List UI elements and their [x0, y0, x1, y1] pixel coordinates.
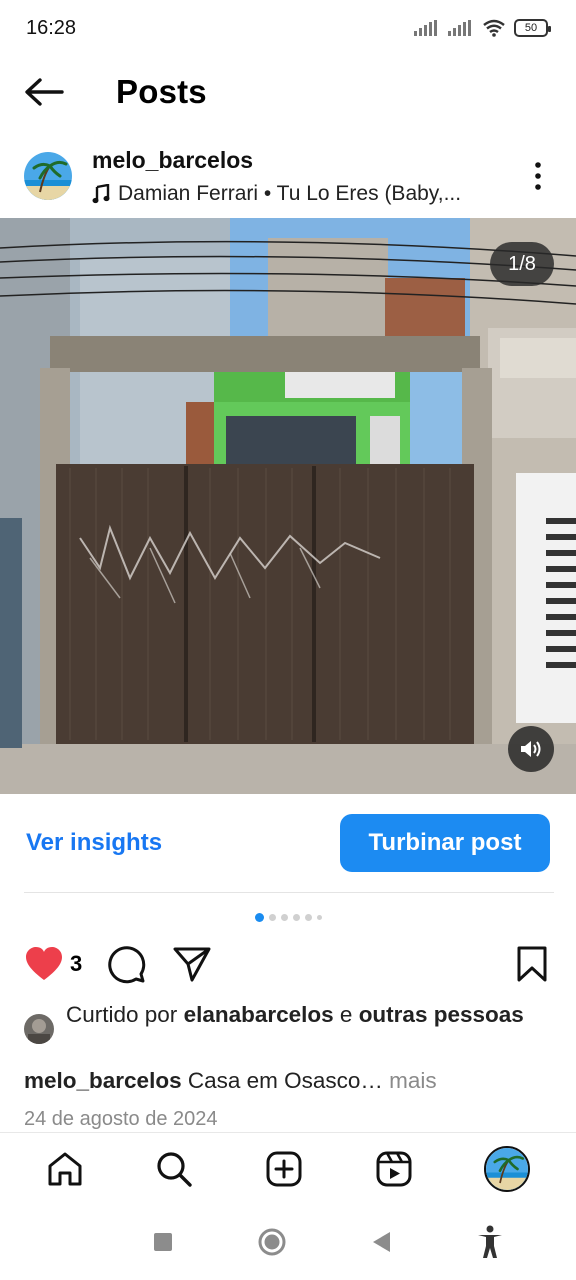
liked-by-others[interactable]: outras pessoas — [359, 1002, 524, 1027]
heart-filled-icon — [26, 947, 62, 980]
post-username[interactable]: melo_barcelos — [92, 147, 518, 174]
image-counter-badge: 1/8 — [490, 242, 554, 286]
liked-by-prefix: Curtido por — [66, 1002, 184, 1027]
liked-by-user[interactable]: elanabarcelos — [184, 1002, 334, 1027]
carousel-dot — [268, 913, 276, 921]
sound-toggle-button[interactable] — [508, 726, 554, 772]
home-icon — [48, 1152, 82, 1185]
signal-icon — [448, 20, 471, 36]
liked-by-text: Curtido por elanabarcelos e outras pesso… — [66, 1000, 524, 1030]
music-note-icon — [92, 183, 110, 203]
arrow-left-icon — [25, 78, 64, 106]
nav-home[interactable] — [46, 1150, 84, 1188]
carousel-indicator — [0, 910, 576, 924]
music-info[interactable]: Damian Ferrari • Tu Lo Eres (Baby,... — [92, 182, 518, 206]
status-bar: 16:28 50 — [0, 0, 576, 56]
profile-avatar-image — [486, 1147, 529, 1190]
divider — [24, 892, 554, 893]
like-count[interactable]: 3 — [70, 951, 82, 977]
post-header: melo_barcelos Damian Ferrari • Tu Lo Ere… — [0, 140, 576, 212]
view-insights-link[interactable]: Ver insights — [26, 829, 162, 857]
speaker-icon — [521, 741, 541, 757]
liked-avatar-image — [24, 1014, 54, 1044]
back-button[interactable] — [14, 62, 74, 122]
post-photo-house-gate — [0, 218, 576, 794]
caption-more-link[interactable]: mais — [389, 1068, 437, 1093]
carousel-dot-active — [254, 912, 264, 922]
system-home[interactable] — [257, 1227, 287, 1257]
send-icon — [173, 947, 211, 982]
music-label: Damian Ferrari • Tu Lo Eres (Baby,... — [118, 181, 462, 205]
boost-post-button[interactable]: Turbinar post — [340, 814, 550, 872]
post-caption: melo_barcelos Casa em Osasco… mais — [24, 1068, 564, 1094]
status-time: 16:28 — [26, 16, 77, 39]
system-accessibility[interactable] — [475, 1225, 505, 1259]
more-vertical-icon — [535, 162, 541, 190]
page-header: Posts — [0, 60, 576, 124]
back-triangle-icon — [372, 1232, 390, 1252]
caption-text: Casa em Osasco… — [181, 1068, 390, 1093]
save-button[interactable] — [516, 945, 548, 983]
insights-row: Ver insights Turbinar post — [0, 812, 576, 874]
wifi-icon — [483, 19, 505, 37]
comment-button[interactable] — [106, 944, 146, 984]
post-meta: melo_barcelos Damian Ferrari • Tu Lo Ere… — [92, 147, 518, 206]
liked-by-row[interactable]: Curtido por elanabarcelos e outras pesso… — [24, 1000, 544, 1044]
post-image[interactable]: 1/8 — [0, 218, 576, 794]
avatar[interactable] — [24, 152, 72, 200]
post-action-row: 3 — [0, 936, 576, 992]
system-back[interactable] — [370, 1230, 392, 1254]
like-button[interactable] — [24, 946, 64, 982]
carousel-dot — [292, 913, 300, 921]
signal-icon — [414, 20, 437, 36]
system-recent-apps[interactable] — [152, 1231, 174, 1253]
bottom-navigation — [0, 1132, 576, 1204]
reels-icon — [376, 1151, 412, 1186]
caption-username[interactable]: melo_barcelos — [24, 1068, 182, 1093]
nav-search[interactable] — [155, 1150, 193, 1188]
system-navigation — [0, 1204, 576, 1280]
carousel-dot — [304, 913, 312, 921]
comment-icon — [108, 946, 146, 984]
home-circle-icon — [258, 1228, 285, 1256]
nav-create[interactable] — [265, 1150, 303, 1188]
bookmark-icon — [517, 946, 547, 982]
recent-apps-icon — [153, 1233, 172, 1251]
search-icon — [157, 1151, 193, 1187]
accessibility-icon — [477, 1225, 502, 1258]
liked-by-middle: e — [333, 1002, 359, 1027]
share-button[interactable] — [172, 945, 212, 983]
status-icons: 50 — [414, 19, 551, 37]
battery-level: 50 — [524, 22, 538, 34]
nav-profile-avatar[interactable] — [484, 1145, 531, 1192]
avatar-beach-image — [24, 152, 72, 200]
liked-by-avatar — [24, 1014, 54, 1044]
more-options-button[interactable] — [518, 148, 558, 204]
post-date: 24 de agosto de 2024 — [24, 1108, 218, 1130]
carousel-dot — [316, 914, 322, 920]
page-title: Posts — [116, 73, 207, 110]
carousel-dot — [280, 913, 288, 921]
battery-icon: 50 — [514, 19, 551, 37]
add-post-icon — [266, 1151, 302, 1186]
nav-reels[interactable] — [375, 1150, 413, 1188]
